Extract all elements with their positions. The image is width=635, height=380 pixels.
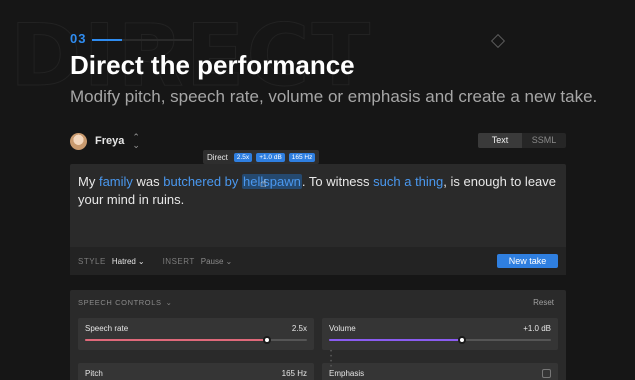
chevron-down-icon: ⌄ bbox=[137, 256, 145, 266]
speech-rate-control: Speech rate 2.5x bbox=[78, 318, 314, 350]
volume-control: Volume +1.0 dB bbox=[322, 318, 558, 350]
volume-label: Volume bbox=[329, 324, 356, 333]
tab-text[interactable]: Text bbox=[478, 133, 522, 148]
style-dropdown[interactable]: Hatred ⌄ bbox=[112, 257, 145, 266]
pitch-value: 165 Hz bbox=[281, 369, 307, 378]
drag-handle-icon[interactable]: • • • • bbox=[329, 349, 333, 370]
slider-thumb[interactable] bbox=[263, 336, 272, 344]
chevron-down-icon: ⌄ bbox=[165, 298, 173, 307]
directed-segment[interactable]: butchered by bbox=[163, 174, 242, 189]
speech-rate-label: Speech rate bbox=[85, 324, 129, 333]
reset-button[interactable]: Reset bbox=[533, 298, 554, 307]
chevron-up-down-icon: ⌃ ⌄ bbox=[132, 132, 140, 150]
text-editor[interactable]: My family was butchered by hellspawn. To… bbox=[70, 164, 566, 275]
insert-label: INSERT bbox=[162, 256, 195, 266]
hand-cursor-icon: ☝ bbox=[260, 178, 267, 190]
new-take-button[interactable]: New take bbox=[497, 254, 558, 268]
directed-segment[interactable]: such a thing bbox=[373, 174, 443, 189]
chevron-down-icon: ⌄ bbox=[225, 256, 233, 266]
page-subtitle: Modify pitch, speech rate, volume or emp… bbox=[70, 87, 598, 106]
text-segment: was bbox=[132, 174, 164, 189]
pitch-badge: 165 Hz bbox=[288, 152, 316, 162]
insert-dropdown[interactable]: Pause ⌄ bbox=[201, 257, 232, 266]
mode-toggle[interactable]: Text SSML bbox=[478, 133, 566, 148]
speech-controls-panel: SPEECH CONTROLS ⌄ Reset Speech rate 2.5x… bbox=[70, 290, 566, 380]
volume-badge: +1.0 dB bbox=[256, 152, 285, 162]
speech-rate-value: 2.5x bbox=[291, 324, 307, 333]
text-segment: My bbox=[78, 174, 99, 189]
style-label: STYLE bbox=[78, 256, 106, 266]
step-progress bbox=[92, 39, 192, 41]
page-title: Direct the performance bbox=[70, 50, 355, 80]
emphasis-toggle[interactable] bbox=[542, 369, 551, 378]
voice-name: Freya bbox=[95, 135, 125, 147]
text-segment: . To witness bbox=[301, 174, 374, 189]
pitch-label: Pitch bbox=[85, 369, 103, 378]
rate-badge: 2.5x bbox=[233, 152, 253, 162]
avatar bbox=[70, 132, 87, 150]
volume-value: +1.0 dB bbox=[523, 324, 551, 333]
tab-ssml[interactable]: SSML bbox=[522, 133, 566, 148]
slider-thumb[interactable] bbox=[458, 336, 467, 344]
editor-toolbar: STYLE Hatred ⌄ INSERT Pause ⌄ New take bbox=[70, 247, 566, 275]
directed-segment[interactable]: family bbox=[99, 174, 133, 189]
diamond-icon bbox=[490, 33, 506, 49]
volume-slider[interactable] bbox=[329, 336, 551, 344]
step-number: 03 bbox=[70, 31, 87, 46]
speech-controls-heading: SPEECH CONTROLS bbox=[78, 298, 162, 307]
pitch-control: Pitch 165 Hz bbox=[78, 363, 314, 380]
voice-selector[interactable]: Freya ⌃ ⌄ bbox=[70, 131, 140, 151]
speech-controls-toggle[interactable]: SPEECH CONTROLS ⌄ bbox=[78, 298, 173, 307]
editor-text[interactable]: My family was butchered by hellspawn. To… bbox=[78, 173, 558, 209]
emphasis-label: Emphasis bbox=[329, 369, 365, 378]
direct-tooltip[interactable]: Direct 2.5x +1.0 dB 165 Hz bbox=[203, 150, 320, 164]
insert-value: Pause bbox=[200, 256, 224, 266]
selected-segment[interactable]: hellspawn bbox=[242, 174, 302, 189]
direct-label: Direct bbox=[207, 152, 228, 162]
speech-rate-slider[interactable] bbox=[85, 336, 307, 344]
emphasis-control: Emphasis bbox=[322, 363, 558, 380]
style-value: Hatred bbox=[111, 256, 136, 266]
